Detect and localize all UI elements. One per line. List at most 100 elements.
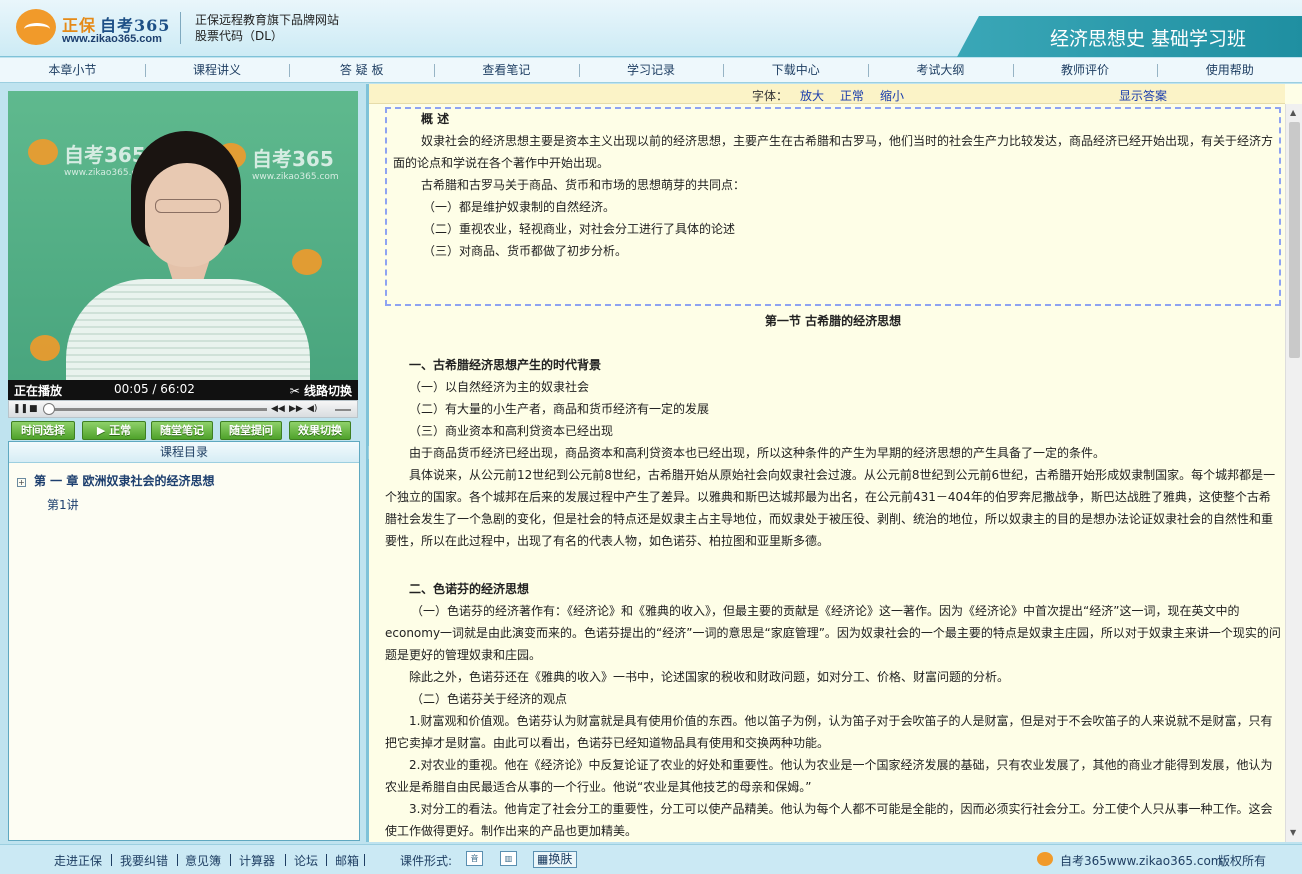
site-footer: 走进正保 我要纠错 意见簿 计算器 论坛 邮箱 课件形式: 音 ▥ ▦换肤 自考… [0,844,1302,874]
catalog-lesson[interactable]: 第1讲 [47,496,79,513]
nav-qa-board[interactable]: 答 疑 板 [289,58,434,82]
section-title: 第一节 古希腊的经济思想 [764,314,902,328]
scroll-up-icon[interactable]: ▲ [1290,108,1296,117]
nav-chapter-summary[interactable]: 本章小节 [0,58,145,82]
paragraph: 除此之外，色诺芬还在《雅典的收入》一书中，论述国家的税收和财政问题，如对分工、价… [409,670,1010,684]
time-display: 00:05 / 66:02 [114,382,195,396]
list-item: （一）以自然经济为主的奴隶社会 [409,380,590,394]
overview-item: （二）重视农业，轻视商业，对社会分工进行了具体的论述 [423,222,736,236]
nav-help[interactable]: 使用帮助 [1157,58,1302,82]
content-scrollbar[interactable]: ▲ ▼ [1285,104,1302,842]
paragraph: 1.财富观和价值观。色诺芬认为财富就是具有使用价值的东西。他以笛子为例，认为笛子… [385,714,1273,750]
footer-site[interactable]: 自考365www.zikao365.com [1060,852,1222,869]
layout-mode-icon[interactable]: ▥ [500,851,517,866]
play-status: 正在播放 [14,384,63,398]
font-enlarge-link[interactable]: 放大 [800,87,824,104]
forward-icon[interactable]: ▶▶ [289,404,303,414]
font-toolbar: 字体： 放大 正常 缩小 显示答案 [369,84,1285,104]
lecture-content: 字体： 放大 正常 缩小 显示答案 概 述 奴隶社会的经济思想主要是资本主义出现… [369,84,1302,842]
paragraph: 3.对分工的看法。他肯定了社会分工的重要性，分工可以使产品精美。他认为每个人都不… [385,802,1273,838]
rewind-icon[interactable]: ◀◀ [271,404,285,414]
stop-icon[interactable]: ■ [29,404,38,414]
teacher-sweater [66,279,310,380]
speed-normal-button[interactable]: ▶ 正常 [82,421,146,440]
footer-copyright: 版权所有 [1218,854,1267,868]
scroll-down-icon[interactable]: ▼ [1290,828,1296,837]
teacher-face [145,163,229,267]
course-title: 经济思想史 基础学习班 [1049,28,1246,50]
chapter-label: 第 一 章 欧洲奴隶社会的经济思想 [34,474,215,488]
footer-link-forum[interactable]: 论坛 [294,852,318,869]
nav-lecture-notes[interactable]: 课程讲义 [144,58,290,82]
paragraph: 由于商品货币经济已经出现，商品资本和高利贷资本也已经出现，所以这种条件的产生为早… [409,446,1106,460]
time-select-button[interactable]: 时间选择 [11,421,75,440]
paragraph: 具体说来，从公元前12世纪到公元前8世纪，古希腊开始从原始社会向奴隶社会过渡。从… [385,468,1276,548]
heading-xenophon: 二、色诺芬的经济思想 [409,582,530,596]
paragraph: 2.对农业的重视。他在《经济论》中反复论证了农业的好处和重要性。他认为农业是一个… [385,758,1273,794]
overview-title: 概 述 [421,112,450,126]
audio-mode-icon[interactable]: 音 [466,851,483,866]
site-header: 正保 自考365 www.zikao365.com 正保远程教育旗下品牌网站 股票… [0,0,1302,57]
volume-slider[interactable] [335,409,351,411]
nav-exam-outline[interactable]: 考试大纲 [868,58,1013,82]
overview-paragraph: 奴隶社会的经济思想主要是资本主义出现以前的经济思想，主要产生在古希腊和古罗马，他… [393,134,1274,170]
video-controls: ❚❚ ■ ◀◀ ▶▶ ◀) [8,400,358,418]
nav-view-notes[interactable]: 查看笔记 [434,58,579,82]
expand-icon[interactable]: + [17,478,26,487]
overview-item: （一）都是维护奴隶制的自然经济。 [423,200,616,214]
show-answer-link[interactable]: 显示答案 [1119,87,1167,104]
main-nav: 本章小节 课程讲义 答 疑 板 查看笔记 学习记录 下载中心 考试大纲 教师评价… [0,58,1302,83]
nav-teacher-review[interactable]: 教师评价 [1012,58,1158,82]
zhengbao-logo-icon[interactable] [16,9,56,45]
teacher-glasses [155,199,221,213]
list-item: （二）色诺芬关于经济的观点 [411,692,568,706]
zikao365-footer-logo-icon [1037,852,1053,866]
footer-link-feedback[interactable]: 意见簿 [185,852,221,869]
overview-commonality: 古希腊和古罗马关于商品、货币和市场的思想萌芽的共同点： [421,178,746,192]
footer-divider [364,854,365,866]
watermark-logo-icon [28,139,58,165]
watermark: 自考365 www.zikao365.com [252,147,339,182]
heading-background: 一、古希腊经济思想产生的时代背景 [409,358,602,372]
progress-knob[interactable] [43,403,56,415]
slogan-line2: 股票代码（DL） [195,29,283,43]
font-normal-link[interactable]: 正常 [840,87,864,104]
slogan-line1: 正保远程教育旗下品牌网站 [195,13,340,27]
font-shrink-link[interactable]: 缩小 [880,87,904,104]
video-player[interactable]: 自考365 www.zikao365.com 自考365 www.zikao365.… [8,91,358,380]
volume-icon[interactable]: ◀) [307,404,317,414]
footer-divider [177,854,178,866]
scroll-thumb[interactable] [1289,122,1300,358]
footer-link-calculator[interactable]: 计算器 [239,852,275,869]
list-item: （二）有大量的小生产者，商品和货币经济有一定的发展 [409,402,710,416]
paragraph: （一）色诺芬的经济著作有：《经济论》和《雅典的收入》，但最主要的贡献是《经济论》… [385,604,1281,662]
site-url: www.zikao365.com [62,33,162,45]
catalog-chapter[interactable]: + 第 一 章 欧洲奴隶社会的经济思想 [17,472,215,489]
skin-button[interactable]: ▦换肤 [533,851,577,868]
pause-icon[interactable]: ❚❚ [13,404,28,414]
footer-divider [111,854,112,866]
header-divider [180,12,181,44]
watermark-logo-icon [292,249,322,275]
footer-link-mail[interactable]: 邮箱 [335,852,359,869]
player-button-row: 时间选择 ▶ 正常 随堂笔记 随堂提问 效果切换 [8,421,358,441]
watermark-logo-icon [30,335,60,361]
catalog-title: 课程目录 [9,442,359,463]
effect-switch-button[interactable]: 效果切换 [289,421,351,440]
video-status-bar: 正在播放 00:05 / 66:02 ✂ 线路切换 [8,380,358,400]
footer-divider [285,854,286,866]
route-switch-button[interactable]: ✂ 线路切换 [290,382,352,399]
course-catalog: 课程目录 + 第 一 章 欧洲奴隶社会的经济思想 第1讲 [8,441,360,841]
class-notes-button[interactable]: 随堂笔记 [151,421,213,440]
slogan: 正保远程教育旗下品牌网站 股票代码（DL） [195,12,339,44]
footer-link-about[interactable]: 走进正保 [54,852,102,869]
footer-link-report-error[interactable]: 我要纠错 [120,852,168,869]
nav-study-record[interactable]: 学习记录 [578,58,724,82]
nav-download-center[interactable]: 下载中心 [723,58,868,82]
progress-track[interactable] [45,408,267,411]
class-question-button[interactable]: 随堂提问 [220,421,282,440]
courseware-form-label: 课件形式: [400,854,453,868]
font-label: 字体： [752,89,789,103]
footer-divider [326,854,327,866]
footer-divider [230,854,231,866]
